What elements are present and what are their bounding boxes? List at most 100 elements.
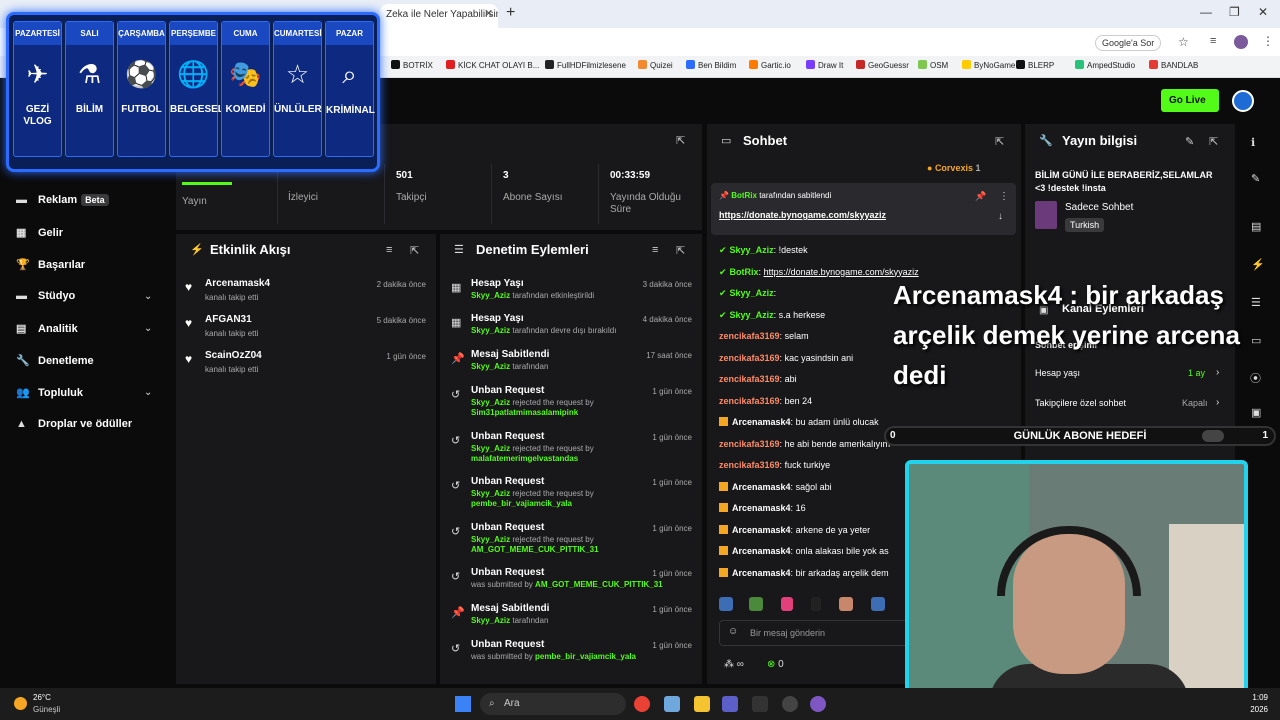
bookmark-item[interactable]: BANDLAB [1149,60,1198,70]
moderator-name[interactable]: Skyy_Aziz [471,362,510,371]
bookmark-item[interactable]: FullHDFilmizlesene [545,60,626,70]
unpin-icon[interactable]: 📌 [975,191,986,202]
follower-name[interactable]: ScainOzZ04 [205,350,262,361]
collapse-icon[interactable]: ↓ [998,211,1003,222]
close-window-icon[interactable]: ✕ [1258,5,1268,19]
bookmark-item[interactable]: AmpedStudio [1075,60,1135,70]
emote[interactable] [749,597,763,611]
minimize-icon[interactable]: — [1200,5,1212,19]
popout-icon[interactable]: ⇱ [1209,135,1218,148]
chat-username[interactable]: zencikafa3169 [719,460,780,470]
moderator-name[interactable]: Skyy_Aziz [471,444,510,453]
moderator-name[interactable]: Skyy_Aziz [471,489,510,498]
reading-list-icon[interactable]: ≡ [1210,35,1216,47]
sidebar-item[interactable]: ▲ Droplar ve ödüller [16,418,132,430]
follower-name[interactable]: AFGAN31 [205,314,252,325]
chat-username[interactable]: Arcenamask4 [732,546,791,556]
followers-only-value[interactable]: Kapalı [1182,398,1208,408]
browser-menu-icon[interactable]: ⋮ [1262,34,1274,48]
bookmark-item[interactable]: GeoGuessr [856,60,909,70]
go-live-button[interactable]: Go Live [1161,89,1219,112]
popout-icon[interactable]: ⇱ [410,244,419,257]
bookmark-item[interactable]: ByNoGame [962,60,1015,70]
sidebar-item[interactable]: ▬ Stüdyo [16,290,75,302]
goal-toggle[interactable] [1202,430,1224,442]
moderator-name[interactable]: Skyy_Aziz [471,326,510,335]
emote[interactable] [781,597,793,611]
restore-icon[interactable]: ❐ [1229,5,1240,19]
chat-username[interactable]: zencikafa3169 [719,439,780,449]
popout-icon[interactable]: ⇱ [676,244,685,257]
bookmark-star-icon[interactable]: ☆ [1178,35,1189,49]
chevron-right-icon[interactable]: › [1216,397,1219,408]
target-user[interactable]: pembe_bir_vajiamcik_yala [471,499,572,508]
bookmark-item[interactable]: Draw It [806,60,843,70]
new-tab-icon[interactable]: + [506,4,515,22]
emote[interactable] [871,597,885,611]
filter-icon[interactable]: ≡ [386,244,392,256]
chat-username[interactable]: Arcenamask4 [732,525,791,535]
popout-icon[interactable]: ⇱ [676,134,685,147]
chat-username[interactable]: Arcenamask4 [732,482,791,492]
chat-username[interactable]: Skyy_Aziz [730,310,774,320]
chat-username[interactable]: Arcenamask4 [732,503,791,513]
chat-username[interactable]: zencikafa3169 [719,353,780,363]
pen-icon[interactable]: ✎ [1251,172,1260,185]
actions-icon[interactable]: ▣ [1251,406,1261,419]
chat-username[interactable]: zencikafa3169 [719,374,780,384]
profile-avatar[interactable] [1234,35,1248,49]
user-avatar[interactable] [1232,90,1254,112]
filter-icon[interactable]: ≡ [652,244,658,256]
chat-username[interactable]: zencikafa3169 [719,331,780,341]
bookmark-item[interactable]: BOTRİX [391,60,433,70]
bookmark-item[interactable]: BLERP [1016,60,1054,70]
chevron-down-icon[interactable]: ⌄ [144,291,152,302]
browser-tab[interactable]: Zeka ile Neler Yapabilirsin [380,4,498,28]
sidebar-item[interactable]: ▤ Analitik [16,322,78,335]
more-icon[interactable]: ⋮ [999,191,1009,202]
target-user[interactable]: AM_GOT_MEME_CUK_PITTIK_31 [471,545,599,554]
popout-icon[interactable]: ⇱ [995,135,1004,148]
chat-input[interactable]: Bir mesaj gönderin [719,620,909,646]
bookmark-item[interactable]: Gartic.io [749,60,791,70]
app-icon[interactable] [810,696,826,712]
sidebar-item[interactable]: ▦ Gelir [16,226,63,239]
taskbar-search[interactable]: Ara [480,693,626,715]
bookmark-item[interactable]: Ben Bildim [686,60,736,70]
emoji-icon[interactable]: ☺ [728,626,738,637]
panel-icon[interactable]: ▤ [1251,220,1261,233]
chat-username[interactable]: Arcenamask4 [732,417,791,427]
chat-username[interactable]: BotRix [730,267,759,277]
chat-username[interactable]: zencikafa3169 [719,396,780,406]
emote[interactable] [811,597,821,611]
folder-icon[interactable] [694,696,710,712]
teams-icon[interactable] [722,696,738,712]
sidebar-item[interactable]: 🏆 Başarılar [16,258,85,271]
app-icon[interactable] [782,696,798,712]
moderator-name[interactable]: Skyy_Aziz [471,616,510,625]
target-user[interactable]: malafatemerimgelvastandas [471,454,578,463]
moderator-name[interactable]: Skyy_Aziz [471,398,510,407]
close-tab-icon[interactable]: ✕ [484,7,493,20]
info-icon[interactable]: ℹ [1251,136,1255,149]
moderator-name[interactable]: Skyy_Aziz [471,535,510,544]
follower-name[interactable]: Arcenamask4 [205,278,270,289]
windows-start-icon[interactable] [455,696,471,712]
moderator-name[interactable]: Skyy_Aziz [471,291,510,300]
chevron-down-icon[interactable]: ⌄ [144,387,152,398]
emote[interactable] [719,597,733,611]
lightning-icon[interactable]: ⚡ [1251,258,1265,271]
chat-username[interactable]: Arcenamask4 [732,568,791,578]
bookmark-item[interactable]: Quizei [638,60,673,70]
epic-icon[interactable] [752,696,768,712]
pinned-link[interactable]: https://donate.bynogame.com/skyyaziz [719,210,886,220]
target-user[interactable]: Sim31patlatmimasalamipink [471,408,578,417]
google-ask-button[interactable]: Google'a Sor [1095,35,1162,51]
chat-username[interactable]: Skyy_Aziz [730,288,774,298]
bookmark-item[interactable]: KİCK CHAT OLAYI B... [446,60,539,70]
category-name[interactable]: Sadece Sohbet [1065,202,1133,213]
sidebar-item[interactable]: 👥 Topluluk [16,386,83,399]
sidebar-item[interactable]: 🔧 Denetleme [16,354,94,367]
sidebar-item[interactable]: ▬ Reklam Beta [16,194,109,206]
chevron-down-icon[interactable]: ⌄ [144,323,152,334]
